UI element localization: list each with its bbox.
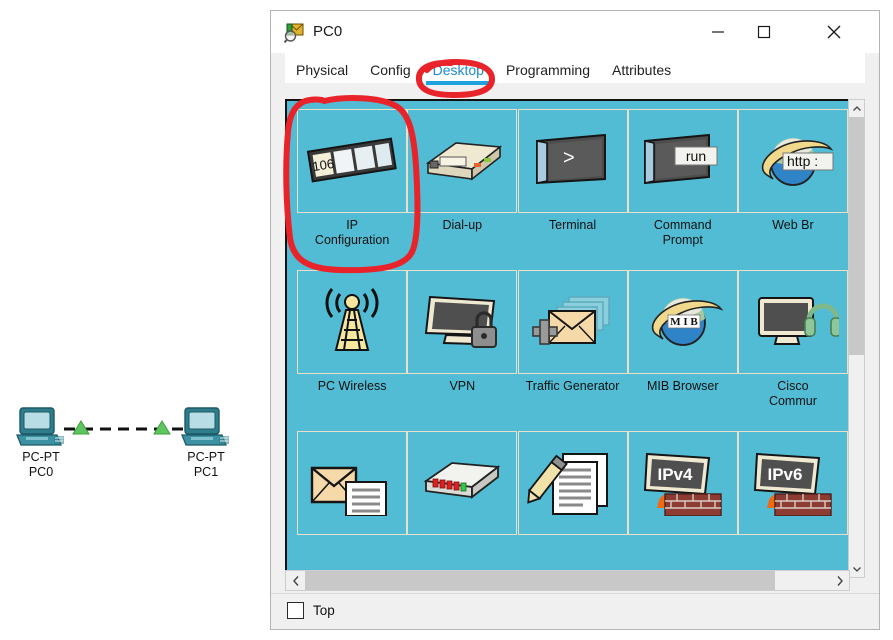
node-name-pc0: PC0 bbox=[28, 464, 54, 479]
desktop-item-label: Traffic Generator bbox=[525, 379, 620, 393]
pc-device-icon bbox=[16, 407, 64, 446]
text-editor-icon bbox=[517, 431, 628, 535]
close-icon bbox=[827, 25, 841, 39]
desktop-item-ipv4-firewall[interactable]: IPv4 bbox=[627, 431, 738, 540]
pc-device-icon bbox=[181, 407, 229, 446]
desktop-item-email[interactable] bbox=[297, 431, 408, 540]
close-button[interactable] bbox=[811, 11, 857, 53]
pppoe-dialer-icon bbox=[407, 431, 518, 535]
topology-node-label-pc0: PC-PT PC0 bbox=[3, 450, 79, 479]
ipv4-firewall-icon: IPv4 bbox=[627, 431, 738, 535]
chevron-left-icon bbox=[292, 575, 299, 586]
magnifier-device-icon bbox=[283, 23, 304, 44]
top-checkbox[interactable] bbox=[287, 602, 304, 619]
desktop-item-label: VPN bbox=[449, 379, 476, 393]
topology-node-pc1[interactable]: PC-PT PC1 bbox=[168, 405, 244, 479]
topology-node-pc0[interactable]: PC-PT PC0 bbox=[3, 405, 79, 479]
ipv6-firewall-icon: IPv6 bbox=[737, 431, 848, 535]
desktop-applications-panel[interactable]: 106 IP Configuration Dial-up > Terminal … bbox=[285, 99, 850, 578]
minimize-icon bbox=[712, 31, 724, 33]
email-icon bbox=[297, 431, 408, 535]
tab-desktop[interactable]: Desktop bbox=[422, 57, 495, 85]
chevron-right-icon bbox=[836, 575, 843, 586]
desktop-row-1: 106 IP Configuration Dial-up > Terminal … bbox=[297, 109, 848, 248]
node-model-pc1: PC-PT bbox=[187, 450, 225, 464]
command-prompt-badge: run bbox=[686, 148, 706, 164]
scroll-down-button[interactable] bbox=[849, 560, 864, 577]
node-name-pc1: PC1 bbox=[193, 464, 219, 479]
window-titlebar[interactable]: PC0 bbox=[271, 11, 879, 53]
maximize-button[interactable] bbox=[741, 11, 787, 53]
network-topology-canvas[interactable]: PC-PT PC0 PC-PT PC1 bbox=[0, 0, 268, 640]
web-browser-badge: http : bbox=[787, 153, 818, 169]
desktop-row-3: IPv4 IPv6 bbox=[297, 431, 848, 540]
scroll-right-button[interactable] bbox=[830, 571, 849, 590]
pc-wireless-antenna-icon bbox=[297, 270, 408, 374]
window-bottom-bar: Top bbox=[271, 593, 879, 629]
desktop-item-web-browser[interactable]: http : Web Br bbox=[737, 109, 848, 248]
tab-programming[interactable]: Programming bbox=[495, 57, 601, 83]
desktop-item-label: PC Wireless bbox=[317, 379, 387, 393]
desktop-item-label: Command Prompt bbox=[653, 218, 712, 247]
desktop-item-traffic-generator[interactable]: Traffic Generator bbox=[517, 270, 628, 409]
mib-badge: M I B bbox=[670, 316, 698, 328]
desktop-horizontal-scrollbar[interactable] bbox=[285, 570, 850, 591]
topology-node-label-pc1: PC-PT PC1 bbox=[168, 450, 244, 479]
window-title: PC0 bbox=[313, 23, 343, 40]
desktop-vertical-scrollbar[interactable] bbox=[848, 99, 865, 578]
desktop-item-label: Cisco Commur bbox=[768, 379, 817, 408]
desktop-item-ipv6-firewall[interactable]: IPv6 bbox=[737, 431, 848, 540]
top-checkbox-label: Top bbox=[313, 603, 335, 618]
desktop-item-label: Web Br bbox=[772, 218, 814, 232]
desktop-item-terminal[interactable]: > Terminal bbox=[517, 109, 628, 248]
ip-configuration-icon: 106 bbox=[297, 109, 408, 213]
tab-config[interactable]: Config bbox=[359, 57, 421, 83]
terminal-prompt-badge: > bbox=[563, 147, 575, 169]
desktop-item-label: Terminal bbox=[548, 218, 597, 232]
desktop-item-label: MIB Browser bbox=[646, 379, 719, 393]
desktop-item-cisco-communicator[interactable]: Cisco Commur bbox=[737, 270, 848, 409]
minimize-button[interactable] bbox=[695, 11, 741, 53]
desktop-item-ip-configuration[interactable]: 106 IP Configuration bbox=[297, 109, 408, 248]
vpn-lock-icon bbox=[407, 270, 518, 374]
desktop-item-text-editor[interactable] bbox=[517, 431, 628, 540]
pc0-device-window[interactable]: PC0 Physical Config Desktop Programming … bbox=[270, 10, 880, 630]
horizontal-scroll-thumb[interactable] bbox=[305, 571, 775, 590]
vertical-scroll-thumb[interactable] bbox=[849, 117, 864, 355]
web-browser-icon: http : bbox=[737, 109, 848, 213]
traffic-generator-icon bbox=[517, 270, 628, 374]
ipv6-badge: IPv6 bbox=[767, 465, 802, 484]
desktop-item-mib-browser[interactable]: M I B MIB Browser bbox=[627, 270, 738, 409]
tab-physical[interactable]: Physical bbox=[285, 57, 359, 83]
desktop-item-label: IP Configuration bbox=[314, 218, 390, 247]
cisco-communicator-icon bbox=[737, 270, 848, 374]
terminal-icon: > bbox=[517, 109, 628, 213]
node-model-pc0: PC-PT bbox=[22, 450, 60, 464]
scroll-left-button[interactable] bbox=[286, 571, 305, 590]
scroll-up-button[interactable] bbox=[849, 100, 864, 117]
desktop-item-pc-wireless[interactable]: PC Wireless bbox=[297, 270, 408, 409]
chevron-up-icon bbox=[852, 105, 861, 111]
desktop-row-2: PC Wireless VPN Traffic Generator M I B … bbox=[297, 270, 848, 409]
tab-strip[interactable]: Physical Config Desktop Programming Attr… bbox=[285, 53, 865, 85]
tab-attributes[interactable]: Attributes bbox=[601, 57, 682, 83]
desktop-item-pppoe-dialer[interactable] bbox=[407, 431, 518, 540]
desktop-item-command-prompt[interactable]: run Command Prompt bbox=[627, 109, 738, 248]
desktop-item-dial-up[interactable]: Dial-up bbox=[407, 109, 518, 248]
chevron-down-icon bbox=[852, 566, 861, 572]
desktop-item-vpn[interactable]: VPN bbox=[407, 270, 518, 409]
mib-browser-icon: M I B bbox=[627, 270, 738, 374]
maximize-icon bbox=[757, 25, 771, 39]
desktop-item-label: Dial-up bbox=[442, 218, 483, 232]
dialup-modem-icon bbox=[407, 109, 518, 213]
command-prompt-icon: run bbox=[627, 109, 738, 213]
ipv4-badge: IPv4 bbox=[657, 465, 693, 484]
